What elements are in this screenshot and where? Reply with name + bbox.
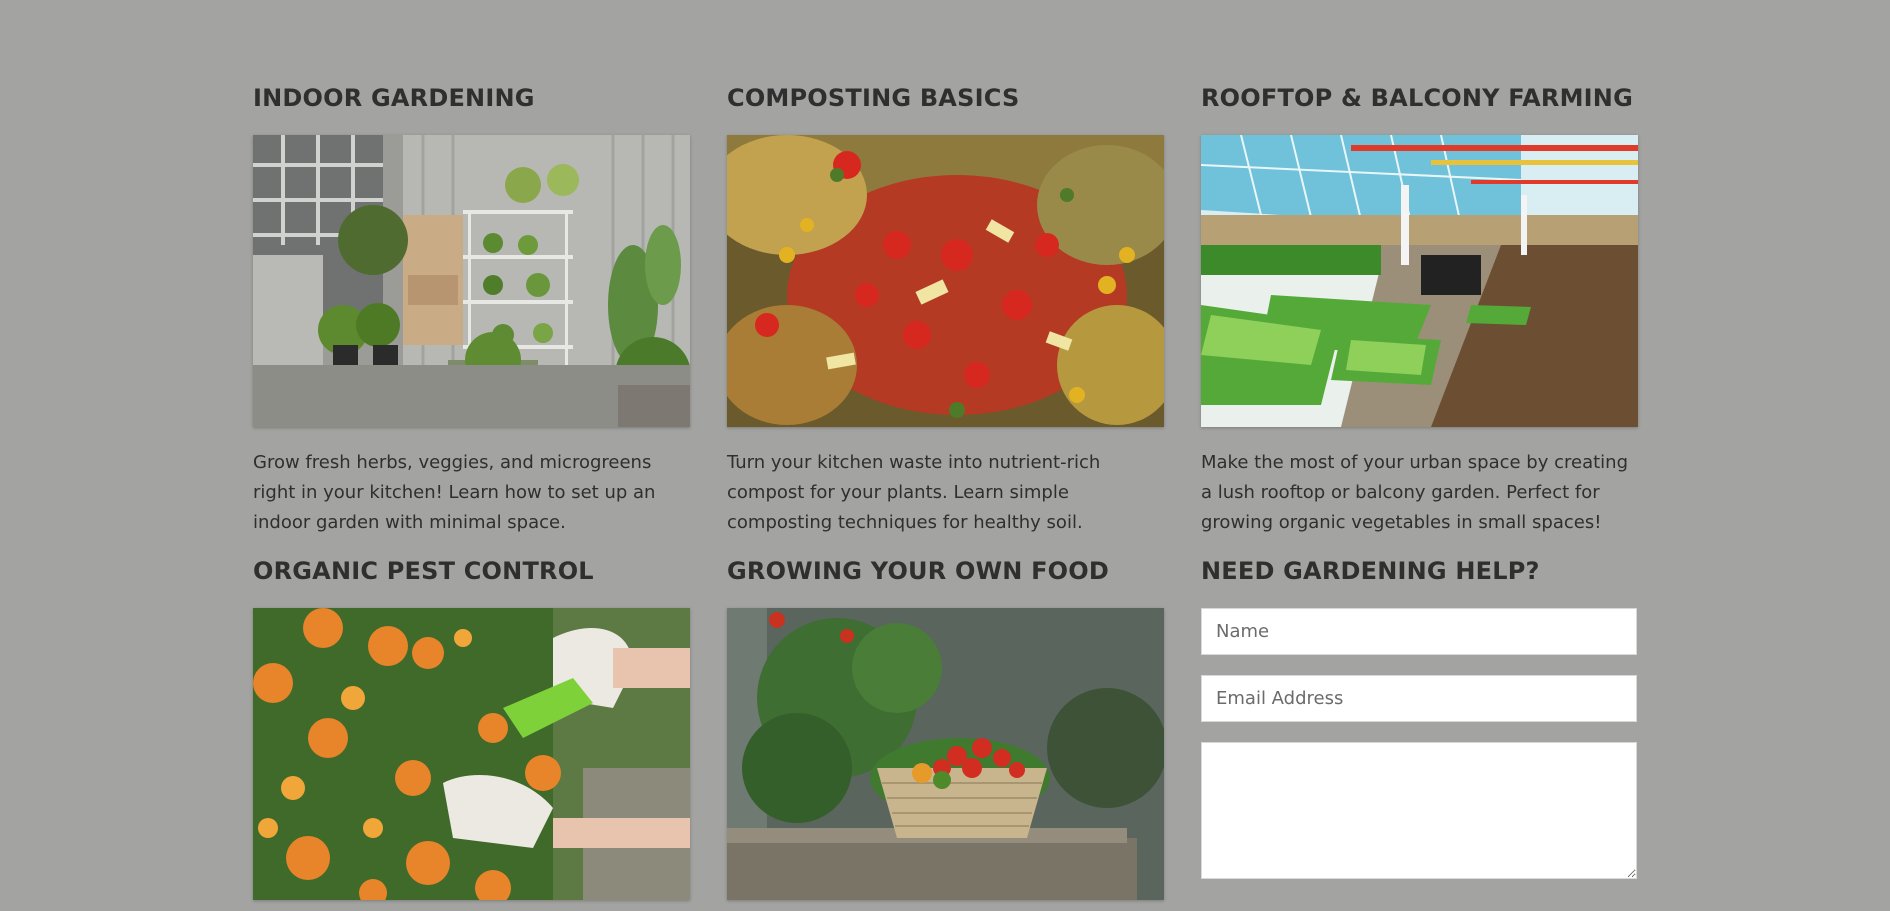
card-description: Grow fresh herbs, veggies, and microgree…: [253, 452, 656, 533]
tomato-basket-photo: [727, 608, 1164, 900]
help-form-title: NEED GARDENING HELP?: [1201, 557, 1540, 585]
email-field[interactable]: [1201, 675, 1637, 722]
marigold-pruning-photo: [253, 608, 690, 900]
card-description: Turn your kitchen waste into nutrient-ri…: [727, 452, 1101, 533]
card-title: ROOFTOP & BALCONY FARMING: [1201, 84, 1633, 112]
card-grid-row-1: INDOOR GARDENING Grow fresh herbs, veggi…: [253, 0, 1639, 555]
card-title: GROWING YOUR OWN FOOD: [727, 557, 1110, 585]
indoor-garden-shelves-photo: [253, 135, 690, 427]
compost-pile-photo: [727, 135, 1164, 427]
card-description: Make the most of your urban space by cre…: [1201, 452, 1628, 533]
help-form-section: NEED GARDENING HELP?: [1201, 555, 1638, 900]
card-title: COMPOSTING BASICS: [727, 84, 1020, 112]
gardening-help-form: [1201, 608, 1638, 899]
card-grid-row-2: ORGANIC PEST CONTROL GROWING YOUR OWN FO…: [253, 555, 1639, 900]
card-rooftop-balcony-farming: ROOFTOP & BALCONY FARMING Make the most …: [1201, 82, 1638, 555]
content-wrapper: INDOOR GARDENING Grow fresh herbs, veggi…: [253, 0, 1639, 900]
card-title: ORGANIC PEST CONTROL: [253, 557, 594, 585]
name-field[interactable]: [1201, 608, 1637, 655]
card-indoor-gardening: INDOOR GARDENING Grow fresh herbs, veggi…: [253, 82, 690, 555]
card-title: INDOOR GARDENING: [253, 84, 535, 112]
card-growing-your-own-food: GROWING YOUR OWN FOOD: [727, 555, 1164, 900]
card-composting-basics: COMPOSTING BASICS Turn your kitchen wast…: [727, 82, 1164, 555]
card-organic-pest-control: ORGANIC PEST CONTROL: [253, 555, 690, 900]
message-textarea[interactable]: [1201, 742, 1637, 879]
rooftop-greenhouse-photo: [1201, 135, 1638, 427]
